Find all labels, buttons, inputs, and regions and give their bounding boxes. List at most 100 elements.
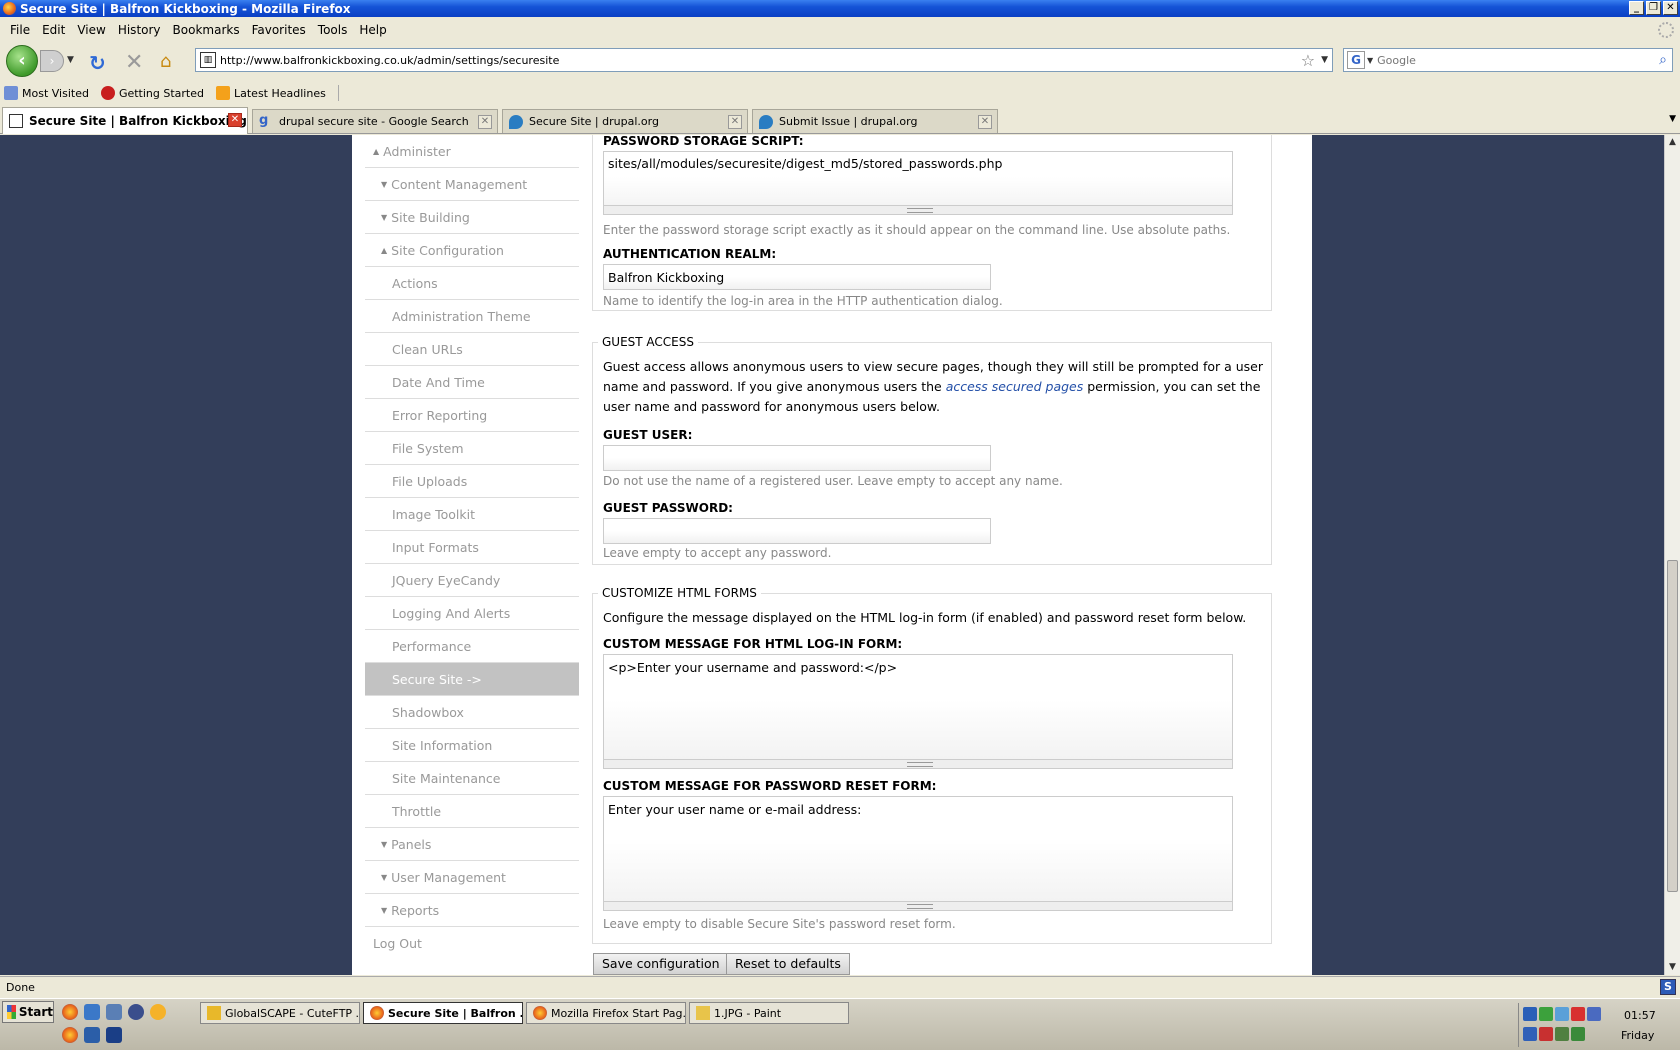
close-tab-icon[interactable]: ✕ [228, 113, 242, 127]
bookmark-getting-started[interactable]: Getting Started [100, 86, 204, 100]
clock[interactable]: 01:57 [1624, 1009, 1656, 1022]
tray-icon[interactable] [1571, 1027, 1585, 1041]
reset-message-textarea[interactable]: Enter your user name or e-mail address: [603, 796, 1233, 911]
menu-view[interactable]: View [71, 23, 111, 37]
sidebar-item-reports[interactable]: ▼ Reports [365, 894, 579, 927]
sidebar-item-panels[interactable]: ▼ Panels [365, 828, 579, 861]
forward-button[interactable]: › [40, 50, 64, 72]
search-engine-icon[interactable]: G [1347, 51, 1365, 69]
resize-grip[interactable] [604, 759, 1232, 768]
search-bar[interactable]: G ▼ ⌕ [1343, 48, 1673, 72]
close-window-icon[interactable]: ✕ [1663, 1, 1678, 15]
sidebar-item-log-out[interactable]: Log Out [365, 927, 579, 960]
save-configuration-button[interactable]: Save configuration [593, 953, 729, 975]
sidebar-item-file-system[interactable]: File System [365, 432, 579, 465]
sidebar-item-site-configuration[interactable]: ▲ Site Configuration [365, 234, 579, 267]
tab-secure-site-balfron[interactable]: Secure Site | Balfron Kickboxing ✕ [2, 107, 248, 134]
bookmark-most-visited[interactable]: Most Visited [4, 86, 89, 100]
back-button[interactable]: ‹ [6, 45, 38, 77]
tab-google-search[interactable]: g drupal secure site - Google Search ✕ [252, 109, 498, 133]
search-input[interactable] [1377, 53, 1660, 67]
auth-realm-input[interactable]: Balfron Kickboxing [603, 264, 991, 290]
tab-submit-issue-drupal[interactable]: Submit Issue | drupal.org ✕ [752, 109, 998, 133]
home-icon[interactable]: ⌂ [160, 51, 171, 72]
thunderbird-quicklaunch-icon[interactable] [84, 1004, 100, 1020]
sidebar-item-site-maintenance[interactable]: Site Maintenance [365, 762, 579, 795]
tray-icon[interactable] [1555, 1027, 1569, 1041]
reload-icon[interactable]: ↻ [89, 51, 106, 75]
start-button[interactable]: Start [2, 1001, 54, 1023]
sidebar-item-input-formats[interactable]: Input Formats [365, 531, 579, 564]
resize-grip[interactable] [604, 901, 1232, 910]
tab-secure-site-drupal[interactable]: Secure Site | drupal.org ✕ [502, 109, 748, 133]
skype-status-icon[interactable]: S [1660, 979, 1676, 995]
access-secured-pages-link[interactable]: access secured pages [946, 379, 1084, 394]
media-player-quicklaunch-icon[interactable] [128, 1004, 144, 1020]
guest-password-input[interactable] [603, 518, 991, 544]
menu-file[interactable]: File [4, 23, 36, 37]
app-quicklaunch-icon[interactable] [106, 1004, 122, 1020]
task-firefox-start[interactable]: Mozilla Firefox Start Pag... [526, 1002, 686, 1024]
sidebar-item-file-uploads[interactable]: File Uploads [365, 465, 579, 498]
menu-help[interactable]: Help [353, 23, 392, 37]
close-tab-icon[interactable]: ✕ [978, 115, 992, 129]
tray-icon[interactable] [1571, 1007, 1585, 1021]
bookmark-latest-headlines[interactable]: Latest Headlines [216, 86, 326, 100]
vertical-scrollbar[interactable]: ▲ ▼ [1664, 135, 1680, 975]
menu-bookmarks[interactable]: Bookmarks [167, 23, 246, 37]
tray-icon[interactable] [1539, 1027, 1553, 1041]
task-cuteftp[interactable]: GlobalSCAPE - CuteFTP ... [200, 1002, 360, 1024]
sidebar-item-user-management[interactable]: ▼ User Management [365, 861, 579, 894]
stop-icon[interactable]: ✕ [125, 50, 143, 75]
menu-tools[interactable]: Tools [312, 23, 354, 37]
tray-icon[interactable] [1555, 1007, 1569, 1021]
scroll-up-icon[interactable]: ▲ [1665, 135, 1680, 150]
url-text[interactable]: http://www.balfronkickboxing.co.uk/admin… [220, 54, 1301, 67]
clock-quicklaunch-icon[interactable] [150, 1004, 166, 1020]
scroll-down-icon[interactable]: ▼ [1665, 960, 1680, 975]
sidebar-item-error-reporting[interactable]: Error Reporting [365, 399, 579, 432]
sidebar-item-secure-site[interactable]: Secure Site -> [365, 663, 579, 696]
sidebar-item-jquery-eyecandy[interactable]: JQuery EyeCandy [365, 564, 579, 597]
minimize-icon[interactable]: _ [1629, 1, 1644, 15]
menu-history[interactable]: History [112, 23, 167, 37]
sidebar-item-content-management[interactable]: ▼ Content Management [365, 168, 579, 201]
sidebar-item-throttle[interactable]: Throttle [365, 795, 579, 828]
app-quicklaunch-icon[interactable] [106, 1027, 122, 1043]
login-message-textarea[interactable]: <p>Enter your username and password:</p> [603, 654, 1233, 769]
reset-to-defaults-button[interactable]: Reset to defaults [726, 953, 850, 975]
tray-icon[interactable] [1539, 1007, 1553, 1021]
sidebar-item-logging-and-alerts[interactable]: Logging And Alerts [365, 597, 579, 630]
task-secure-site-firefox[interactable]: Secure Site | Balfron ... [363, 1002, 523, 1024]
tab-list-dropdown-icon[interactable]: ▼ [1669, 114, 1676, 124]
sidebar-item-date-and-time[interactable]: Date And Time [365, 366, 579, 399]
guest-user-input[interactable] [603, 445, 991, 471]
sidebar-item-image-toolkit[interactable]: Image Toolkit [365, 498, 579, 531]
sidebar-item-site-information[interactable]: Site Information [365, 729, 579, 762]
sidebar-item-performance[interactable]: Performance [365, 630, 579, 663]
close-tab-icon[interactable]: ✕ [478, 115, 492, 129]
menu-edit[interactable]: Edit [36, 23, 71, 37]
resize-grip[interactable] [604, 205, 1232, 214]
close-tab-icon[interactable]: ✕ [728, 115, 742, 129]
password-storage-textarea[interactable]: sites/all/modules/securesite/digest_md5/… [603, 151, 1233, 215]
app-quicklaunch-icon[interactable] [84, 1027, 100, 1043]
bookmark-star-icon[interactable]: ☆ [1301, 51, 1315, 70]
scroll-thumb[interactable] [1667, 560, 1678, 892]
tray-icon[interactable] [1523, 1007, 1537, 1021]
url-bar[interactable]: ▥ http://www.balfronkickboxing.co.uk/adm… [195, 48, 1333, 72]
firefox-quicklaunch-icon[interactable] [62, 1027, 78, 1043]
url-dropdown-icon[interactable]: ▼ [1321, 55, 1328, 65]
task-paint[interactable]: 1.JPG - Paint [689, 1002, 849, 1024]
restore-icon[interactable]: ❐ [1646, 1, 1661, 15]
sidebar-item-administration-theme[interactable]: Administration Theme [365, 300, 579, 333]
menu-favorites[interactable]: Favorites [246, 23, 312, 37]
search-icon[interactable]: ⌕ [1659, 52, 1667, 68]
sidebar-item-administer[interactable]: ▲ Administer [365, 135, 579, 168]
sidebar-item-actions[interactable]: Actions [365, 267, 579, 300]
search-engine-dropdown-icon[interactable]: ▼ [1367, 56, 1373, 65]
tray-icon[interactable] [1523, 1027, 1537, 1041]
sidebar-item-shadowbox[interactable]: Shadowbox [365, 696, 579, 729]
tray-icon[interactable] [1587, 1007, 1601, 1021]
sidebar-item-clean-urls[interactable]: Clean URLs [365, 333, 579, 366]
